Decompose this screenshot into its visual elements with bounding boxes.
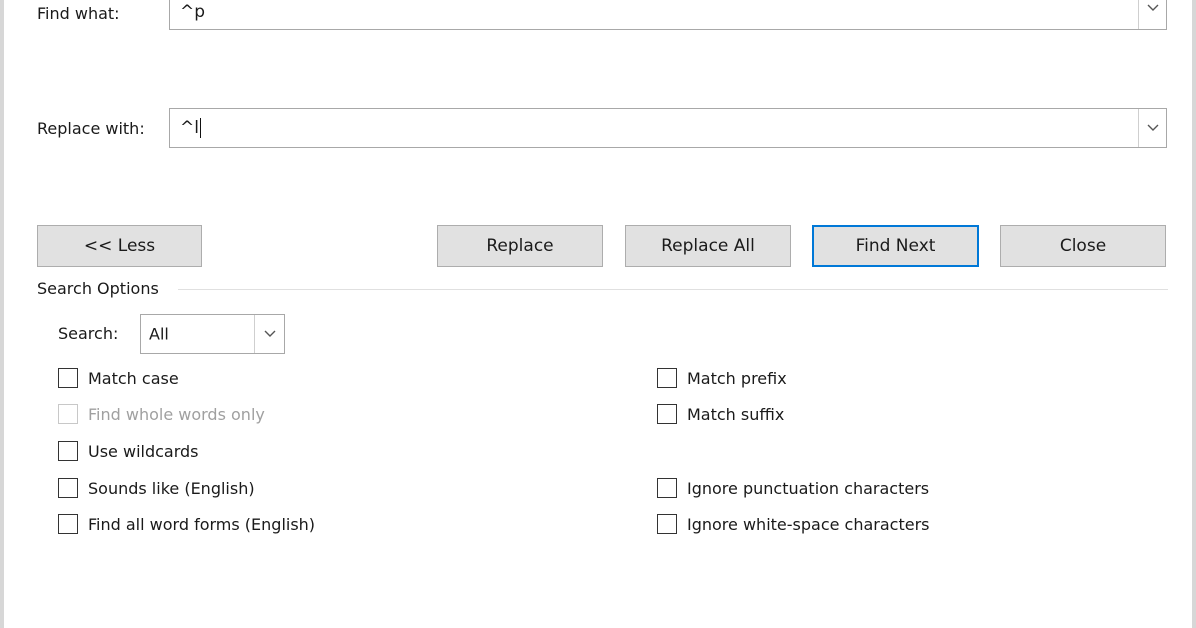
find-all-word-forms-checkbox[interactable]: Find all word forms (English) <box>58 512 315 536</box>
chevron-down-icon <box>264 330 275 337</box>
checkbox-box[interactable] <box>657 404 677 424</box>
replace-with-value: ^l <box>180 118 199 138</box>
find-whole-words-label: Find whole words only <box>88 404 265 424</box>
match-prefix-label: Match prefix <box>687 368 787 388</box>
use-wildcards-label: Use wildcards <box>88 441 199 461</box>
less-button[interactable]: << Less <box>37 225 202 267</box>
checkbox-box[interactable] <box>58 441 78 461</box>
ignore-white-space-checkbox[interactable]: Ignore white-space characters <box>657 512 930 536</box>
match-case-label: Match case <box>88 368 179 388</box>
checkbox-box[interactable] <box>657 368 677 388</box>
checkbox-box[interactable] <box>657 478 677 498</box>
use-wildcards-checkbox[interactable]: Use wildcards <box>58 439 199 463</box>
find-what-input[interactable]: ^p <box>180 2 205 22</box>
replace-with-input[interactable]: ^l <box>180 118 201 138</box>
match-prefix-checkbox[interactable]: Match prefix <box>657 366 787 390</box>
checkbox-box[interactable] <box>657 514 677 534</box>
search-direction-dropdown-button[interactable] <box>254 315 284 353</box>
replace-with-dropdown-button[interactable] <box>1138 109 1166 147</box>
find-next-button[interactable]: Find Next <box>812 225 979 267</box>
find-what-dropdown-button[interactable] <box>1138 0 1166 29</box>
text-cursor <box>199 118 201 138</box>
checkbox-box[interactable] <box>58 368 78 388</box>
replace-with-label: Replace with: <box>37 119 145 138</box>
replace-all-button[interactable]: Replace All <box>625 225 791 267</box>
replace-button[interactable]: Replace <box>437 225 603 267</box>
find-whole-words-checkbox: Find whole words only <box>58 402 265 426</box>
sounds-like-checkbox[interactable]: Sounds like (English) <box>58 476 255 500</box>
search-direction-select[interactable]: All <box>140 314 285 354</box>
ignore-punctuation-label: Ignore punctuation characters <box>687 478 930 498</box>
chevron-down-icon <box>1147 124 1158 131</box>
find-what-label: Find what: <box>37 4 120 23</box>
search-options-divider <box>178 289 1168 290</box>
search-direction-value: All <box>149 324 169 344</box>
checkbox-box[interactable] <box>58 478 78 498</box>
match-suffix-checkbox[interactable]: Match suffix <box>657 402 784 426</box>
ignore-punctuation-checkbox[interactable]: Ignore punctuation characters <box>657 476 929 500</box>
ignore-white-space-label: Ignore white-space characters <box>687 514 930 534</box>
replace-with-combobox[interactable]: ^l <box>169 108 1167 148</box>
find-what-combobox[interactable]: ^p <box>169 0 1167 30</box>
find-all-word-forms-label: Find all word forms (English) <box>88 514 316 534</box>
search-options-heading: Search Options <box>37 279 159 298</box>
match-case-checkbox[interactable]: Match case <box>58 366 179 390</box>
close-button[interactable]: Close <box>1000 225 1166 267</box>
dialog-frame-right <box>1192 0 1196 628</box>
chevron-down-icon <box>1147 4 1158 11</box>
checkbox-box[interactable] <box>58 514 78 534</box>
match-suffix-label: Match suffix <box>687 404 785 424</box>
search-label: Search: <box>58 324 119 343</box>
dialog-frame-left <box>0 0 4 628</box>
checkbox-box <box>58 404 78 424</box>
sounds-like-label: Sounds like (English) <box>88 478 255 498</box>
